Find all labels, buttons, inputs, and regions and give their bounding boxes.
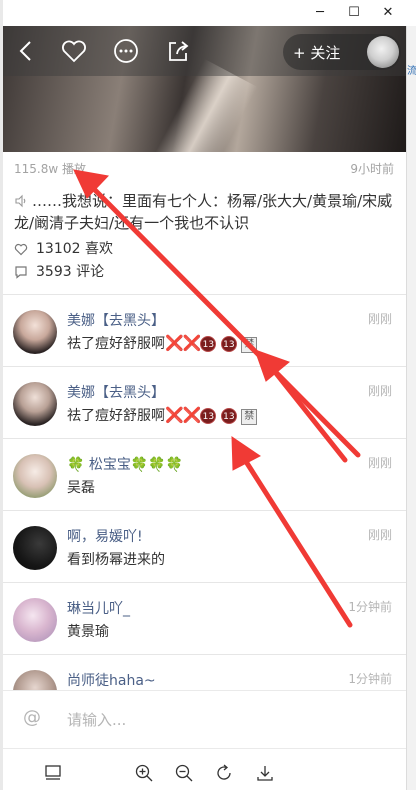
post-meta: 115.8w 播放 9小时前 — [14, 160, 394, 178]
comment-composer[interactable]: @ 请输入... — [3, 690, 406, 745]
avatar[interactable] — [13, 382, 57, 426]
comment-time: 刚刚 — [367, 456, 392, 470]
post-time: 9小时前 — [350, 162, 394, 176]
follow-button[interactable]: + 关注 — [283, 34, 401, 70]
comment-time: 1分钟前 — [348, 672, 392, 686]
x-emoji: ❌ — [182, 334, 202, 352]
avatar[interactable] — [13, 310, 57, 354]
x-emoji: ❌ — [165, 334, 184, 352]
viewer-toolbar — [3, 748, 406, 790]
comment-username[interactable]: 琳当儿吖_ — [67, 598, 130, 618]
comment-time: 刚刚 — [367, 312, 392, 326]
thirteen-emoji: 13 — [200, 336, 217, 352]
divider — [3, 582, 406, 583]
like-count: 13102 喜欢 — [36, 241, 113, 257]
divider — [3, 438, 406, 439]
comment-time: 1分钟前 — [348, 600, 392, 614]
comment-stat[interactable]: 3593 评论 — [14, 261, 104, 281]
comment-username[interactable]: 🍀 松宝宝🍀🍀🍀 — [67, 454, 183, 474]
thirteen-emoji: 13 — [220, 336, 237, 352]
post-description: ……我想说：里面有七个人：杨幂/张大大/黄景瑜/宋威龙/阚清子夫妇/还有一个我也… — [14, 190, 394, 234]
follow-label: 关注 — [310, 44, 341, 62]
comment-item[interactable]: 琳当儿吖_ 1分钟前 黄景瑜 — [3, 584, 406, 656]
divider — [3, 366, 406, 367]
window-titlebar: ─ ☐ ✕ — [3, 0, 416, 26]
maximize-button[interactable]: ☐ — [345, 4, 363, 22]
share-icon[interactable] — [163, 36, 193, 66]
comment-icon — [15, 266, 27, 279]
like-icon — [14, 243, 28, 256]
like-stat[interactable]: 13102 喜欢 — [14, 238, 113, 258]
comment-item[interactable]: 美娜【去黑头】 刚刚 祛了痘好舒服啊❌❌ 13 13 禁 — [3, 368, 406, 440]
heart-icon[interactable] — [59, 36, 89, 66]
x-emoji: ❌ — [182, 406, 202, 424]
download-icon[interactable] — [255, 763, 275, 783]
author-avatar[interactable] — [367, 36, 399, 68]
avatar[interactable] — [13, 670, 57, 690]
zoom-in-icon[interactable] — [134, 763, 154, 783]
avatar[interactable] — [13, 454, 57, 498]
divider — [3, 294, 406, 295]
comment-count: 3593 评论 — [36, 264, 105, 280]
comment-text: 吴磊 — [67, 480, 95, 496]
description-text: ……我想说：里面有七个人：杨幂/张大大/黄景瑜/宋威龙/阚清子夫妇/还有一个我也… — [14, 192, 393, 232]
avatar[interactable] — [13, 526, 57, 570]
thirteen-emoji: 13 — [220, 408, 237, 424]
speaker-icon — [15, 194, 26, 208]
comment-item[interactable]: 美娜【去黑头】 刚刚 祛了痘好舒服啊❌❌ 13 13 禁 — [3, 296, 406, 368]
comment-item[interactable]: 🍀 松宝宝🍀🍀🍀 刚刚 吴磊 — [3, 440, 406, 512]
more-icon[interactable] — [111, 36, 141, 66]
comment-username[interactable]: 美娜【去黑头】 — [67, 382, 165, 402]
plus-icon: + — [293, 44, 306, 62]
minimize-button[interactable]: ─ — [311, 4, 329, 22]
divider — [3, 510, 406, 511]
comment-time: 刚刚 — [367, 528, 392, 542]
comment-text: 看到杨幂进来的 — [67, 552, 165, 568]
comment-username[interactable]: 啊，易媛吖! — [67, 526, 143, 546]
comment-item[interactable]: 尚师徒haha~ 1分钟前 — [3, 656, 406, 690]
at-mention-icon[interactable]: @ — [23, 707, 41, 728]
comment-input[interactable]: 请输入... — [67, 709, 126, 730]
view-count: 115.8w 播放 — [14, 162, 86, 176]
comment-item[interactable]: 啊，易媛吖! 刚刚 看到杨幂进来的 — [3, 512, 406, 584]
background-window-edge: 流 — [406, 26, 416, 790]
ban-emoji: 禁 — [241, 409, 258, 425]
comment-username[interactable]: 美娜【去黑头】 — [67, 310, 165, 330]
avatar[interactable] — [13, 598, 57, 642]
comment-username[interactable]: 尚师徒haha~ — [67, 670, 156, 690]
comment-time: 刚刚 — [367, 384, 392, 398]
zoom-out-icon[interactable] — [174, 763, 194, 783]
back-icon[interactable] — [11, 36, 41, 66]
comment-text: 黄景瑜 — [67, 624, 109, 640]
thirteen-emoji: 13 — [200, 408, 217, 424]
divider — [3, 654, 406, 655]
ban-emoji: 禁 — [241, 337, 258, 353]
rotate-icon[interactable] — [214, 763, 234, 783]
x-emoji: ❌ — [165, 406, 184, 424]
video-player[interactable]: + 关注 — [3, 26, 406, 152]
comment-text: 祛了痘好舒服啊❌❌ 13 13 禁 — [67, 333, 258, 353]
comment-text: 祛了痘好舒服啊❌❌ 13 13 禁 — [67, 405, 258, 425]
close-button[interactable]: ✕ — [379, 4, 397, 22]
layout-icon[interactable] — [43, 763, 63, 783]
window: ─ ☐ ✕ 流 + 关注 115.8w 播放 9小时前 ……我想说：里面有七个人… — [0, 0, 416, 790]
